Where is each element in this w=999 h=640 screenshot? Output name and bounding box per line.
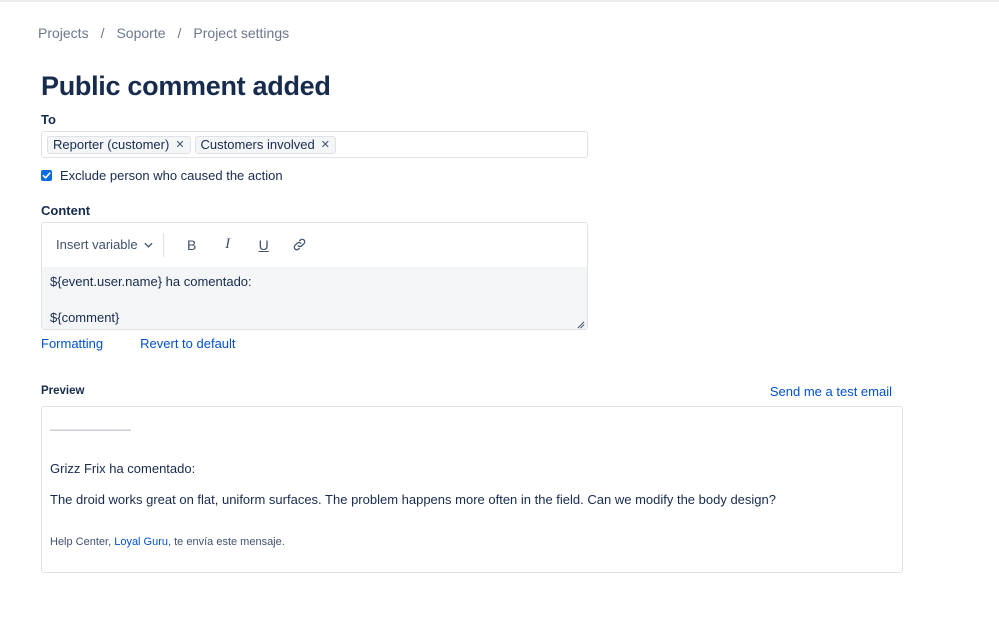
- breadcrumb-separator: /: [177, 25, 182, 41]
- toolbar-divider: [162, 232, 164, 257]
- link-icon: [293, 238, 306, 251]
- underline-button[interactable]: U: [246, 230, 282, 260]
- preview-separator: ————————: [50, 424, 131, 436]
- resize-handle-icon[interactable]: [576, 320, 585, 329]
- recipient-chip-label: Customers involved: [200, 137, 315, 152]
- preview-label: Preview: [41, 385, 85, 397]
- content-label: Content: [41, 203, 91, 218]
- breadcrumb-separator: /: [100, 25, 105, 41]
- recipient-chip-customers-involved: Customers involved ✕: [194, 135, 336, 154]
- insert-variable-label: Insert variable: [56, 237, 138, 252]
- editor-line-1: ${event.user.name} ha comentado:: [50, 274, 252, 289]
- exclude-person-label: Exclude person who caused the action: [60, 168, 283, 183]
- remove-chip-icon[interactable]: ✕: [175, 138, 184, 151]
- bold-button[interactable]: B: [174, 230, 210, 260]
- top-divider: [0, 0, 999, 2]
- page-title: Public comment added: [41, 71, 331, 101]
- breadcrumb-project-settings[interactable]: Project settings: [193, 25, 289, 41]
- to-recipients-field[interactable]: Reporter (customer) ✕ Customers involved…: [41, 131, 588, 158]
- checkmark-icon: [42, 172, 51, 179]
- preview-comment-text: The droid works great on flat, uniform s…: [50, 492, 776, 507]
- recipient-chip-label: Reporter (customer): [53, 137, 170, 152]
- send-test-email-link[interactable]: Send me a test email: [770, 384, 892, 399]
- chevron-down-icon: [144, 242, 153, 248]
- editor-line-2: ${comment}: [50, 310, 120, 325]
- revert-to-default-link[interactable]: Revert to default: [140, 336, 235, 351]
- footer-prefix: Help Center,: [50, 536, 115, 548]
- insert-variable-dropdown[interactable]: Insert variable: [56, 237, 153, 252]
- link-button[interactable]: [282, 230, 318, 260]
- content-editor: Insert variable B I U ${event.user.name}…: [41, 222, 588, 330]
- loyal-guru-link[interactable]: Loyal Guru: [114, 536, 168, 548]
- preview-author-line: Grizz Frix ha comentado:: [50, 461, 196, 476]
- to-label: To: [41, 112, 56, 127]
- email-preview: ———————— Grizz Frix ha comentado: The dr…: [41, 406, 903, 573]
- remove-chip-icon[interactable]: ✕: [321, 138, 330, 151]
- editor-toolbar: Insert variable B I U: [42, 223, 587, 266]
- editor-textarea[interactable]: ${event.user.name} ha comentado: ${comme…: [42, 267, 587, 329]
- italic-button[interactable]: I: [210, 230, 246, 260]
- breadcrumb-soporte[interactable]: Soporte: [116, 25, 165, 41]
- exclude-person-option[interactable]: Exclude person who caused the action: [41, 168, 283, 183]
- exclude-person-checkbox[interactable]: [41, 170, 52, 181]
- footer-suffix: , te envía este mensaje.: [168, 536, 285, 548]
- editor-actions: Formatting Revert to default: [41, 336, 236, 351]
- recipient-chip-reporter: Reporter (customer) ✕: [47, 135, 191, 154]
- breadcrumb: Projects / Soporte / Project settings: [38, 25, 289, 41]
- breadcrumb-projects[interactable]: Projects: [38, 25, 89, 41]
- formatting-link[interactable]: Formatting: [41, 336, 103, 351]
- preview-footer: Help Center, Loyal Guru, te envía este m…: [50, 536, 285, 548]
- page: Projects / Soporte / Project settings Pu…: [0, 0, 999, 640]
